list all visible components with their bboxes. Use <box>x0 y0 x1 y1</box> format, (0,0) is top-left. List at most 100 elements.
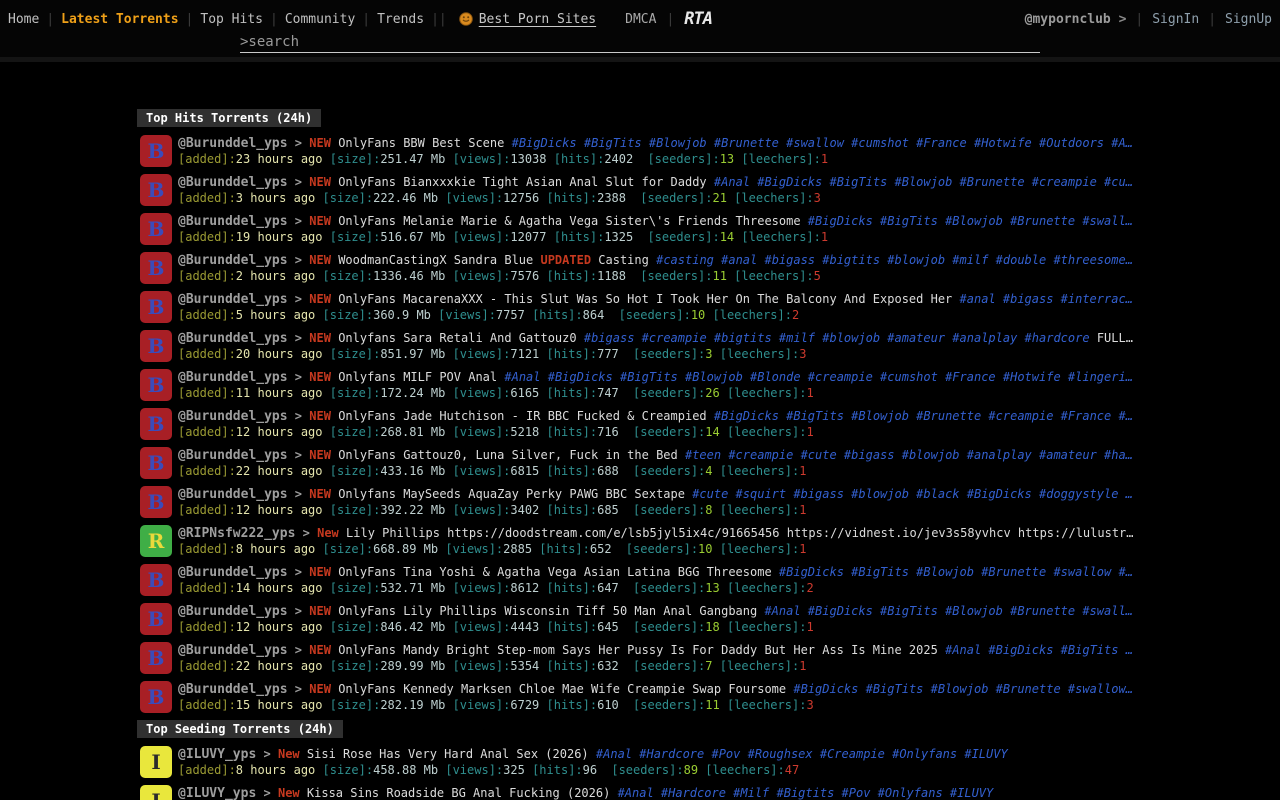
nav-item-top-hits[interactable]: Top Hits <box>200 12 263 27</box>
stat-leechers-value: 1 <box>799 659 806 673</box>
stat-added-label: [added]: <box>178 269 236 283</box>
stat-leechers-label: [leechers]: <box>720 464 799 478</box>
dmca-link[interactable]: DMCA <box>625 12 656 27</box>
torrent-user[interactable]: @Burunddel_yps <box>178 331 288 346</box>
torrent-title[interactable]: Onlyfans Sara Retali And Gattouz0 <box>338 331 576 345</box>
torrent-tags[interactable]: #anal #bigass #interrac… <box>960 292 1133 306</box>
torrent-title[interactable]: OnlyFans Lily Phillips Wisconsin Tiff 50… <box>338 604 757 618</box>
torrent-tags[interactable]: #cute #squirt #bigass #blowjob #black #B… <box>692 487 1133 501</box>
stat-added-value: 11 hours ago <box>236 386 323 400</box>
nav-separator: | <box>431 12 439 27</box>
torrent-tags[interactable]: #teen #creampie #cute #bigass #blowjob #… <box>685 448 1133 462</box>
signup-link[interactable]: SignUp <box>1225 12 1272 27</box>
new-flag: NEW <box>309 643 331 657</box>
torrent-title[interactable]: WoodmanCastingX Sandra Blue UPDATED Cast… <box>338 253 649 267</box>
torrent-tags[interactable]: #Anal #BigDicks #BigTits #Blowjob #Brune… <box>764 604 1132 618</box>
user-avatar[interactable]: B <box>140 681 172 713</box>
torrent-tags[interactable]: #BigDicks #BigTits #Blowjob #Brunette #c… <box>714 409 1133 423</box>
account-handle[interactable]: @mypornclub > <box>1025 12 1127 27</box>
torrent-title[interactable]: Sisi Rose Has Very Hard Anal Sex (2026) <box>307 747 589 761</box>
nav-separator: | <box>46 12 54 27</box>
torrent-tags[interactable]: #Anal #Hardcore #Milf #Bigtits #Pov #Onl… <box>618 786 994 800</box>
torrent-title[interactable]: OnlyFans Jade Hutchison - IR BBC Fucked … <box>338 409 706 423</box>
torrent-user[interactable]: @Burunddel_yps <box>178 253 288 268</box>
torrent-tags[interactable]: #BigDicks #BigTits #Blowjob #Brunette #s… <box>512 136 1133 150</box>
search-input[interactable] <box>240 31 1040 53</box>
torrent-user[interactable]: @Burunddel_yps <box>178 448 288 463</box>
nav-item-trends[interactable]: Trends <box>377 12 424 27</box>
nav-separator: | <box>362 12 370 27</box>
best-porn-sites-icon <box>459 12 473 26</box>
torrent-tags[interactable]: #Anal #BigDicks #BigTits #Blowjob #Brune… <box>714 175 1133 189</box>
torrent-title[interactable]: Lily Phillips https://doodstream.com/e/l… <box>346 526 1133 540</box>
stat-hits-value: 688 <box>597 464 619 478</box>
user-avatar[interactable]: B <box>140 369 172 401</box>
torrent-title[interactable]: OnlyFans Bianxxxkie Tight Asian Anal Slu… <box>338 175 706 189</box>
user-avatar[interactable]: I <box>140 785 172 800</box>
nav-item-community[interactable]: Community <box>285 12 355 27</box>
torrent-title[interactable]: OnlyFans Melanie Marie & Agatha Vega Sis… <box>338 214 800 228</box>
torrent-user[interactable]: @Burunddel_yps <box>178 292 288 307</box>
torrent-user[interactable]: @Burunddel_yps <box>178 409 288 424</box>
torrent-user[interactable]: @Burunddel_yps <box>178 214 288 229</box>
user-avatar[interactable]: B <box>140 252 172 284</box>
torrent-stats: [added]:20 hours ago [size]:851.97 Mb [v… <box>178 346 1150 362</box>
torrent-user[interactable]: @Burunddel_yps <box>178 565 288 580</box>
stat-seeders-value: 13 <box>705 581 719 595</box>
stat-views-label: [views]: <box>453 152 511 166</box>
user-avatar[interactable]: I <box>140 746 172 778</box>
stat-seeders-label: [seeders]: <box>633 425 705 439</box>
torrent-title[interactable]: OnlyFans BBW Best Scene <box>338 136 504 150</box>
nav-item-home[interactable]: Home <box>8 12 39 27</box>
user-avatar[interactable]: B <box>140 564 172 596</box>
user-avatar[interactable]: B <box>140 291 172 323</box>
user-avatar[interactable]: B <box>140 408 172 440</box>
user-avatar[interactable]: B <box>140 330 172 362</box>
torrent-user[interactable]: @Burunddel_yps <box>178 136 288 151</box>
torrent-title[interactable]: OnlyFans Gattouz0, Luna Silver, Fuck in … <box>338 448 678 462</box>
user-avatar[interactable]: B <box>140 135 172 167</box>
torrent-tags[interactable]: #BigDicks #BigTits #Blowjob #Brunette #s… <box>793 682 1133 696</box>
user-avatar[interactable]: B <box>140 486 172 518</box>
torrent-tags[interactable]: #bigass #creampie #bigtits #milf #blowjo… <box>584 331 1090 345</box>
torrent-user[interactable]: @ILUVY_yps <box>178 747 256 762</box>
nav-item-latest-torrents[interactable]: Latest Torrents <box>61 12 178 27</box>
chevron-right-icon: > <box>288 292 310 306</box>
torrent-title[interactable]: Onlyfans MaySeeds AquaZay Perky PAWG BBC… <box>338 487 685 501</box>
torrent-user[interactable]: @Burunddel_yps <box>178 682 288 697</box>
torrent-tags[interactable]: #Anal #BigDicks #BigTits … <box>945 643 1133 657</box>
user-avatar[interactable]: B <box>140 174 172 206</box>
stat-leechers-value: 3 <box>799 347 806 361</box>
torrent-lists: Top Hits Torrents (24h)B@Burunddel_yps >… <box>0 62 1280 800</box>
torrent-title[interactable]: OnlyFans Tina Yoshi & Agatha Vega Asian … <box>338 565 771 579</box>
torrent-user[interactable]: @Burunddel_yps <box>178 643 288 658</box>
stat-size-label: [size]: <box>330 581 381 595</box>
torrent-user[interactable]: @ILUVY_yps <box>178 786 256 800</box>
user-avatar[interactable]: B <box>140 447 172 479</box>
stat-added-value: 14 hours ago <box>236 581 323 595</box>
user-avatar[interactable]: R <box>140 525 172 557</box>
torrent-title[interactable]: OnlyFans Mandy Bright Step-mom Says Her … <box>338 643 938 657</box>
torrent-title[interactable]: Kissa Sins Roadside BG Anal Fucking (202… <box>307 786 610 800</box>
user-avatar[interactable]: B <box>140 642 172 674</box>
torrent-user[interactable]: @Burunddel_yps <box>178 370 288 385</box>
torrent-user[interactable]: @Burunddel_yps <box>178 487 288 502</box>
torrent-title[interactable]: OnlyFans Kennedy Marksen Chloe Mae Wife … <box>338 682 786 696</box>
torrent-title[interactable]: Onlyfans MILF POV Anal <box>338 370 497 384</box>
torrent-tags[interactable]: #Anal #Hardcore #Pov #Roughsex #Creampie… <box>596 747 1008 761</box>
torrent-headline: @Burunddel_yps > NEW OnlyFans Lily Phill… <box>178 603 1150 619</box>
torrent-tags[interactable]: #BigDicks #BigTits #Blowjob #Brunette #s… <box>808 214 1133 228</box>
signin-link[interactable]: SignIn <box>1152 12 1199 27</box>
torrent-tags[interactable]: #BigDicks #BigTits #Blowjob #Brunette #s… <box>779 565 1133 579</box>
torrent-user[interactable]: @Burunddel_yps <box>178 175 288 190</box>
torrent-title[interactable]: OnlyFans MacarenaXXX - This Slut Was So … <box>338 292 952 306</box>
stat-leechers-label: [leechers]: <box>720 659 799 673</box>
torrent-user[interactable]: @RIPNsfw222_yps <box>178 526 295 541</box>
best-porn-sites-link[interactable]: Best Porn Sites <box>459 12 596 27</box>
torrent-user[interactable]: @Burunddel_yps <box>178 604 288 619</box>
user-avatar[interactable]: B <box>140 213 172 245</box>
user-avatar[interactable]: B <box>140 603 172 635</box>
torrent-tags[interactable]: #Anal #BigDicks #BigTits #Blowjob #Blond… <box>504 370 1133 384</box>
torrent-tags[interactable]: #casting #anal #bigass #bigtits #blowjob… <box>656 253 1133 267</box>
stat-seeders-value: 11 <box>712 269 726 283</box>
